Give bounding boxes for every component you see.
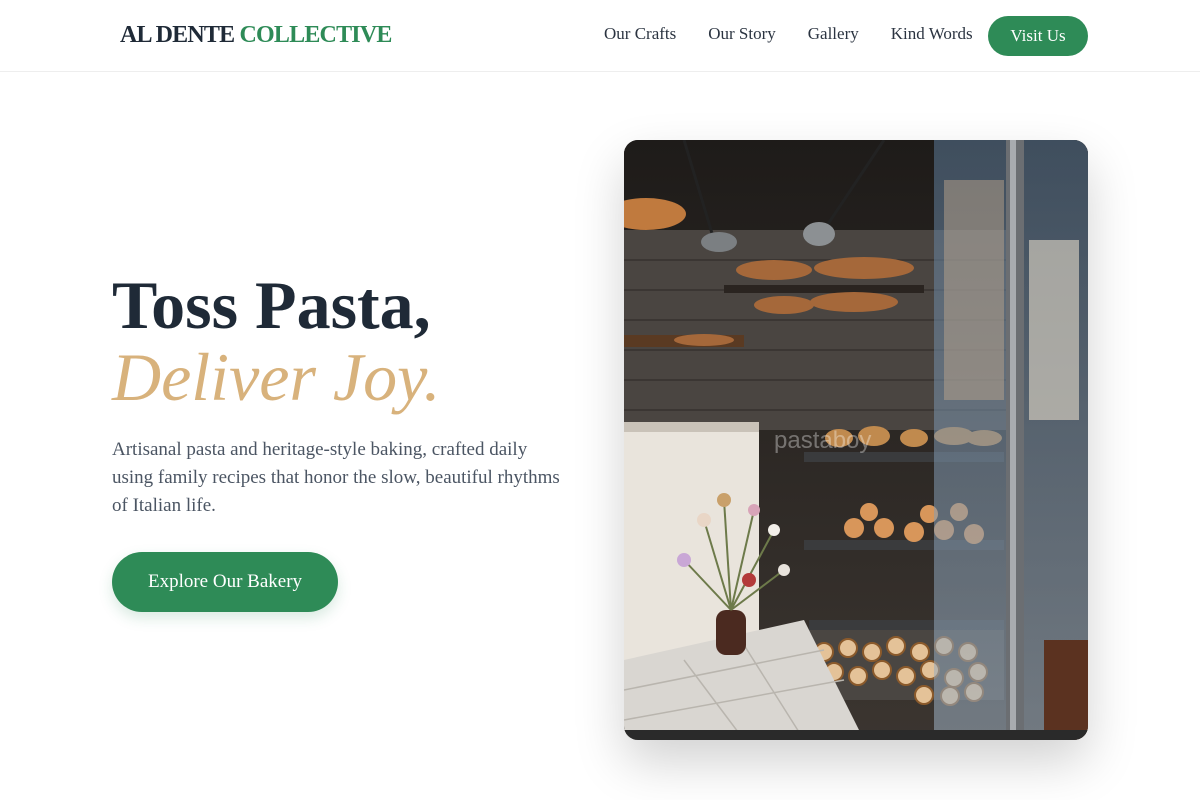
site-header: AL DENTE COLLECTIVE Our Crafts Our Story… bbox=[0, 0, 1200, 72]
nav-link-our-story[interactable]: Our Story bbox=[708, 24, 776, 44]
hero-headline-line2: Deliver Joy. bbox=[112, 339, 441, 415]
logo-text-accent: COLLECTIVE bbox=[239, 22, 393, 48]
bakery-photo-illustration: pastaboy bbox=[624, 140, 1088, 740]
visit-us-button[interactable]: Visit Us bbox=[988, 16, 1088, 56]
hero-headline-line1: Toss Pasta, bbox=[112, 267, 431, 343]
image-watermark: pastaboy bbox=[774, 427, 871, 454]
main-nav: Our Crafts Our Story Gallery Kind Words bbox=[604, 24, 973, 44]
logo-text-primary: AL DENTE bbox=[120, 22, 235, 48]
site-logo[interactable]: AL DENTE COLLECTIVE bbox=[120, 22, 392, 49]
explore-bakery-button[interactable]: Explore Our Bakery bbox=[112, 552, 338, 612]
bakery-window-photo: pastaboy bbox=[624, 140, 1088, 740]
nav-link-our-crafts[interactable]: Our Crafts bbox=[604, 24, 676, 44]
nav-link-gallery[interactable]: Gallery bbox=[808, 24, 859, 44]
hero-description: Artisanal pasta and heritage-style bakin… bbox=[112, 439, 560, 516]
nav-link-kind-words[interactable]: Kind Words bbox=[891, 24, 973, 44]
